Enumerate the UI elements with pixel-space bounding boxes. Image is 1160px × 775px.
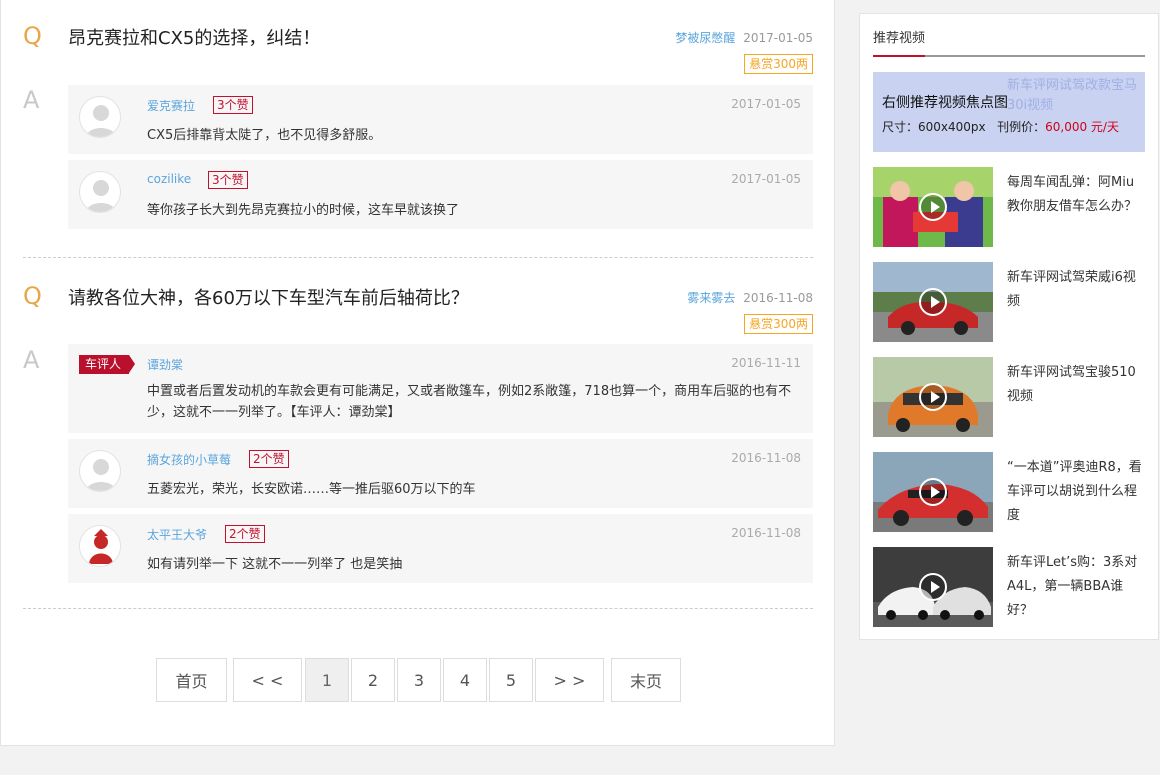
reward-badge: 悬赏300两 (744, 314, 813, 334)
likes-badge: 2个赞 (249, 450, 289, 468)
video-item[interactable]: 每周车闻乱弹：阿Miu教你朋友借车怎么办？ (873, 167, 1145, 247)
play-icon (919, 193, 947, 221)
page-button-2[interactable]: 2 (351, 658, 395, 702)
answer-item: 太平王大爷 2个赞 2016-11-08 如有请列举一下 这就不一一列举了 也是… (68, 514, 813, 583)
question-user[interactable]: 雾来雾去 (687, 291, 735, 305)
answer-user[interactable]: 谭劲棠 (147, 356, 183, 373)
question-meta: 梦被尿憋醒 2017-01-05 (675, 29, 813, 46)
video-thumbnail[interactable] (873, 357, 993, 437)
answer-date: 2017-01-05 (731, 172, 801, 186)
likes-badge: 2个赞 (225, 525, 265, 543)
ad-price-label: 刊例价： (997, 120, 1046, 134)
answer-date: 2016-11-08 (731, 526, 801, 540)
ad-size-value: 600x400px (918, 120, 986, 134)
video-thumbnail[interactable] (873, 262, 993, 342)
question-marker: Q (23, 282, 42, 310)
next-page-button[interactable]: > > (535, 658, 604, 702)
answer-item: 摘女孩的小草莓 2个赞 2016-11-08 五菱宏光，荣光，长安欧诺……等一推… (68, 439, 813, 508)
answer-item: cozilike 3个赞 2017-01-05 等你孩子长大到先昂克赛拉小的时候… (68, 160, 813, 229)
answer-date: 2016-11-11 (731, 356, 801, 370)
question-date: 2016-11-08 (743, 291, 813, 305)
ad-title: 右侧推荐视频焦点图 (882, 95, 1008, 111)
video-item[interactable]: 新车评Let’s购：3系对A4L，第一辆BBA谁好？ (873, 547, 1145, 627)
question-title[interactable]: 昂克赛拉和CX5的选择，纠结！ (68, 24, 320, 50)
video-title[interactable]: “一本道”评奥迪R8，看车评可以胡说到什么程度 (1007, 456, 1147, 528)
video-item[interactable]: “一本道”评奥迪R8，看车评可以胡说到什么程度 (873, 452, 1145, 532)
avatar[interactable] (79, 171, 121, 213)
question-block: Q 请教各位大神，各60万以下车型汽车前后轴荷比？ 雾来雾去 2016-11-0… (23, 274, 813, 334)
question-title[interactable]: 请教各位大神，各60万以下车型汽车前后轴荷比？ (68, 284, 469, 310)
ad-background-text: 新车评网试驾改款宝马30i视频 (1007, 78, 1138, 113)
question-meta: 雾来雾去 2016-11-08 (687, 289, 813, 306)
question-marker: Q (23, 22, 42, 50)
likes-badge: 3个赞 (208, 171, 248, 189)
video-thumbnail[interactable] (873, 452, 993, 532)
answer-user[interactable]: 爱克赛拉 (147, 97, 195, 114)
video-item[interactable]: 新车评网试驾荣威i6视频 (873, 262, 1145, 342)
likes-badge: 3个赞 (213, 96, 253, 114)
video-title[interactable]: 新车评网试驾荣威i6视频 (1007, 266, 1147, 314)
answer-item: 车评人 谭劲棠 2016-11-11 中置或者后置发动机的车款会更有可能满足，又… (68, 344, 813, 433)
answer-user[interactable]: cozilike (147, 172, 191, 186)
question-date: 2017-01-05 (743, 31, 813, 45)
ad-size-label: 尺寸： (882, 120, 919, 134)
reviewer-badge: 车评人 (79, 355, 136, 374)
qa-main-panel: Q 昂克赛拉和CX5的选择，纠结！ 梦被尿憋醒 2017-01-05 悬赏300… (0, 0, 835, 746)
recommended-videos-sidebar: 推荐视频 新车评网试驾改款宝马30i视频 右侧推荐视频焦点图 尺寸：600x40… (859, 13, 1159, 640)
page-button-3[interactable]: 3 (397, 658, 441, 702)
video-title[interactable]: 每周车闻乱弹：阿Miu教你朋友借车怎么办？ (1007, 171, 1147, 219)
play-icon (919, 288, 947, 316)
answer-marker: A (23, 346, 40, 374)
video-item[interactable]: 新车评网试驾宝骏510视频 (873, 357, 1145, 437)
answer-text: 等你孩子长大到先昂克赛拉小的时候，这车早就该换了 (147, 203, 460, 218)
prev-page-button[interactable]: < < (233, 658, 302, 702)
answer-user[interactable]: 太平王大爷 (147, 526, 207, 543)
answer-user[interactable]: 摘女孩的小草莓 (147, 451, 231, 468)
sidebar-header: 推荐视频 (873, 29, 1145, 57)
video-title[interactable]: 新车评Let’s购：3系对A4L，第一辆BBA谁好？ (1007, 551, 1147, 623)
ad-price-value: 60,000 元/天 (1045, 120, 1119, 134)
answer-text: 如有请列举一下 这就不一一列举了 也是笑抽 (147, 557, 403, 572)
page-button-1[interactable]: 1 (305, 658, 349, 702)
divider (23, 608, 813, 609)
answer-text: 五菱宏光，荣光，长安欧诺……等一推后驱60万以下的车 (147, 482, 476, 497)
reward-badge: 悬赏300两 (744, 54, 813, 74)
avatar[interactable] (79, 450, 121, 492)
answer-date: 2017-01-05 (731, 97, 801, 111)
page-button-5[interactable]: 5 (489, 658, 533, 702)
question-block: Q 昂克赛拉和CX5的选择，纠结！ 梦被尿憋醒 2017-01-05 悬赏300… (23, 14, 813, 74)
answer-text: CX5后排靠背太陡了，也不见得多舒服。 (147, 128, 382, 143)
answer-text: 中置或者后置发动机的车款会更有可能满足，又或者敞篷车，例如2系敞篷，718也算一… (147, 384, 792, 420)
avatar[interactable] (79, 525, 121, 567)
avatar[interactable] (79, 96, 121, 138)
last-page-button[interactable]: 末页 (611, 658, 681, 702)
play-icon (919, 478, 947, 506)
video-thumbnail[interactable] (873, 547, 993, 627)
play-icon (919, 573, 947, 601)
first-page-button[interactable]: 首页 (156, 658, 227, 702)
video-title[interactable]: 新车评网试驾宝骏510视频 (1007, 361, 1147, 409)
page-button-4[interactable]: 4 (443, 658, 487, 702)
play-icon (919, 383, 947, 411)
video-thumbnail[interactable] (873, 167, 993, 247)
answer-date: 2016-11-08 (731, 451, 801, 465)
answer-item: 爱克赛拉 3个赞 2017-01-05 CX5后排靠背太陡了，也不见得多舒服。 (68, 85, 813, 154)
divider (23, 257, 813, 258)
question-user[interactable]: 梦被尿憋醒 (675, 31, 735, 45)
ad-placeholder[interactable]: 新车评网试驾改款宝马30i视频 右侧推荐视频焦点图 尺寸：600x400px 刊… (873, 72, 1145, 152)
sidebar-title: 推荐视频 (873, 29, 926, 57)
ad-details: 尺寸：600x400px 刊例价：60,000 元/天 (882, 118, 1119, 135)
answer-marker: A (23, 86, 40, 114)
